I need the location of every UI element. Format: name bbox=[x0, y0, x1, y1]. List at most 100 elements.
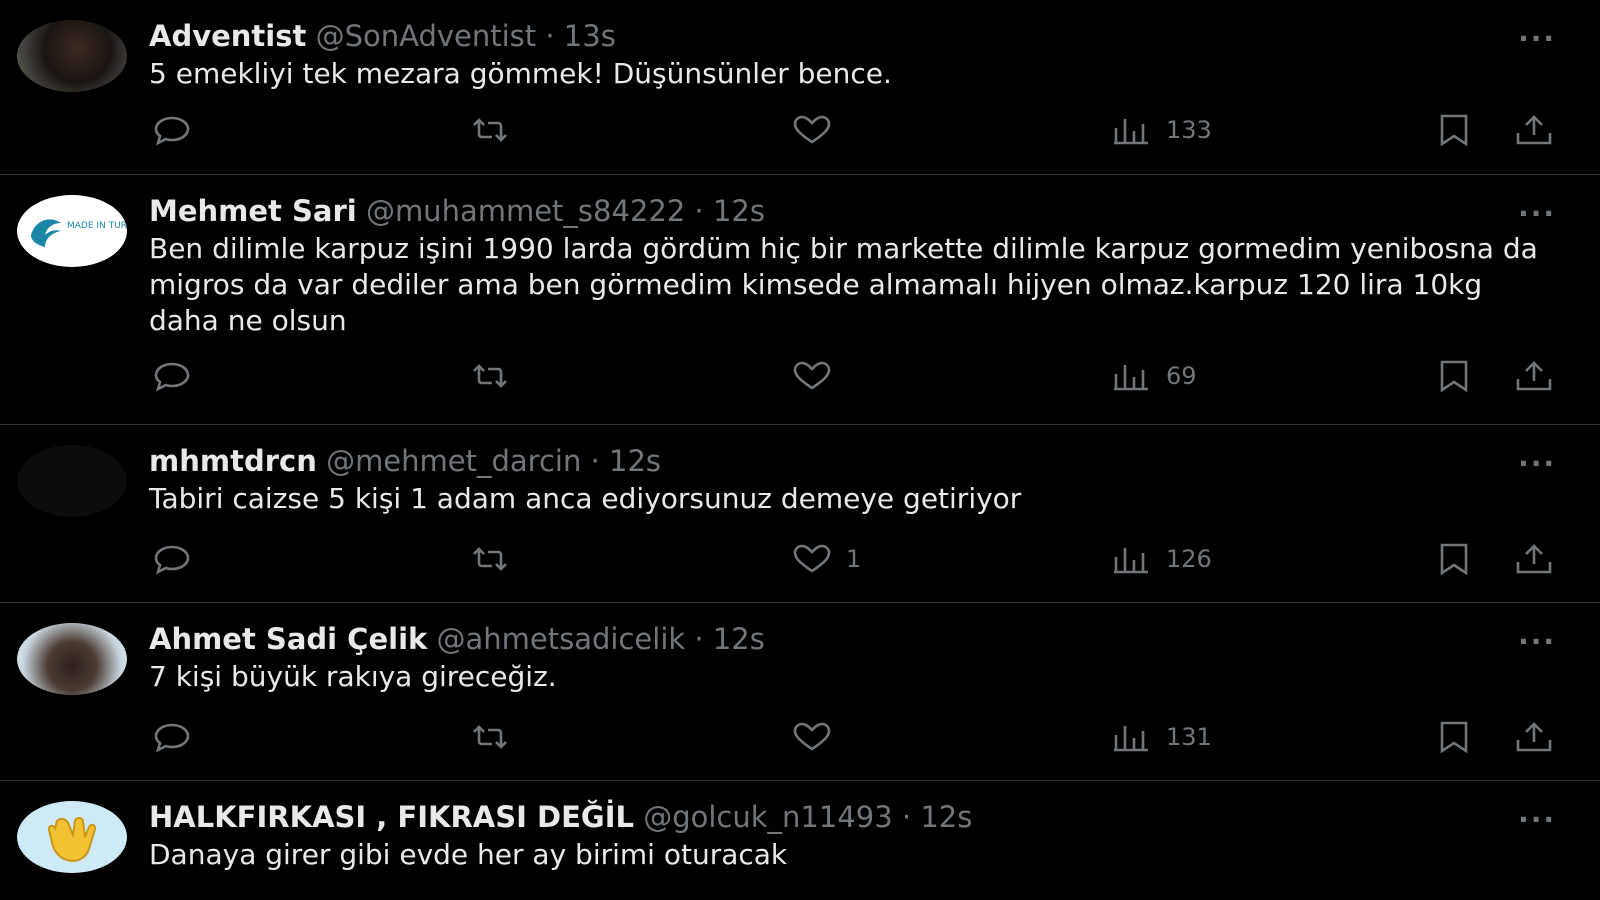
display-name[interactable]: Ahmet Sadi Çelik bbox=[149, 622, 427, 656]
share-button[interactable] bbox=[1512, 356, 1556, 396]
tweet-actions: 133 bbox=[0, 110, 1600, 150]
avatar[interactable]: MADE IN TURAN bbox=[17, 195, 127, 267]
user-handle[interactable]: @ahmetsadicelik bbox=[437, 622, 686, 656]
tweet-header: mhmtdrcn @mehmet_darcin · 12s bbox=[149, 443, 661, 479]
display-name[interactable]: HALKFIRKASI , FIKRASI DEĞİL bbox=[149, 800, 634, 834]
more-options-button[interactable]: ··· bbox=[1518, 22, 1556, 55]
bookmark-button[interactable] bbox=[1432, 110, 1476, 150]
views-button[interactable]: 69 bbox=[1110, 356, 1197, 396]
more-options-button[interactable]: ··· bbox=[1518, 625, 1556, 658]
turan-logo-icon: MADE IN TURAN bbox=[31, 219, 127, 247]
views-icon bbox=[1114, 726, 1148, 752]
share-icon bbox=[1516, 544, 1552, 574]
reply-icon bbox=[154, 116, 190, 146]
tweet-actions: 69 bbox=[0, 356, 1600, 396]
separator-dot: · bbox=[694, 194, 704, 228]
timeline-feed: Adventist @SonAdventist · 13s ··· 5 emek… bbox=[0, 0, 1600, 900]
views-button[interactable]: 131 bbox=[1110, 717, 1212, 757]
retweet-button[interactable] bbox=[468, 110, 512, 150]
like-button[interactable] bbox=[790, 110, 846, 150]
display-name[interactable]: Adventist bbox=[149, 19, 306, 53]
reply-button[interactable] bbox=[150, 110, 194, 150]
reply-button[interactable] bbox=[150, 539, 194, 579]
like-button[interactable] bbox=[790, 356, 846, 396]
avatar[interactable] bbox=[17, 20, 127, 92]
share-icon bbox=[1516, 115, 1552, 145]
user-handle[interactable]: @SonAdventist bbox=[316, 19, 537, 53]
views-icon bbox=[1114, 119, 1148, 145]
bookmark-button[interactable] bbox=[1432, 539, 1476, 579]
tweet-text: Tabiri caizse 5 kişi 1 adam anca ediyors… bbox=[149, 482, 1022, 515]
separator-dot: · bbox=[901, 800, 912, 834]
user-handle[interactable]: @mehmet_darcin bbox=[326, 444, 581, 478]
tweet[interactable]: HALKFIRKASI , FIKRASI DEĞİL @golcuk_n114… bbox=[0, 781, 1600, 900]
like-button[interactable]: 1 bbox=[790, 539, 861, 579]
tweet-header: Ahmet Sadi Çelik @ahmetsadicelik · 12s bbox=[149, 621, 765, 657]
tweet-text: Ben dilimle karpuz işini 1990 larda görd… bbox=[149, 232, 1538, 337]
tweet[interactable]: mhmtdrcn @mehmet_darcin · 12s ··· Tabiri… bbox=[0, 425, 1600, 603]
separator-dot: · bbox=[694, 622, 704, 656]
views-icon bbox=[1114, 548, 1148, 574]
user-handle[interactable]: @golcuk_n11493 bbox=[643, 800, 892, 834]
retweet-button[interactable] bbox=[468, 356, 512, 396]
view-count: 133 bbox=[1166, 116, 1212, 144]
tweet-text: 5 emekliyi tek mezara gömmek! Düşünsünle… bbox=[149, 57, 892, 90]
avatar[interactable] bbox=[17, 801, 127, 873]
views-button[interactable]: 126 bbox=[1110, 539, 1212, 579]
timestamp[interactable]: 12s bbox=[609, 444, 661, 478]
reply-button[interactable] bbox=[150, 717, 194, 757]
views-icon bbox=[1114, 365, 1148, 391]
share-button[interactable] bbox=[1512, 717, 1556, 757]
view-count: 131 bbox=[1166, 723, 1212, 751]
retweet-icon bbox=[473, 725, 507, 749]
avatar[interactable] bbox=[17, 445, 127, 517]
share-icon bbox=[1516, 361, 1552, 391]
bookmark-button[interactable] bbox=[1432, 717, 1476, 757]
share-icon bbox=[1516, 722, 1552, 752]
reply-icon bbox=[154, 545, 190, 575]
reply-button[interactable] bbox=[150, 356, 194, 396]
user-handle[interactable]: @muhammet_s84222 bbox=[366, 194, 685, 228]
display-name[interactable]: mhmtdrcn bbox=[149, 444, 317, 478]
tweet[interactable]: Ahmet Sadi Çelik @ahmetsadicelik · 12s ·… bbox=[0, 603, 1600, 781]
bookmark-icon bbox=[1440, 543, 1468, 576]
more-options-button[interactable]: ··· bbox=[1518, 803, 1556, 836]
share-button[interactable] bbox=[1512, 539, 1556, 579]
like-icon bbox=[793, 115, 831, 144]
retweet-button[interactable] bbox=[468, 717, 512, 757]
avatar[interactable] bbox=[17, 623, 127, 695]
timestamp[interactable]: 12s bbox=[713, 194, 765, 228]
view-count: 126 bbox=[1166, 545, 1212, 573]
bookmark-icon bbox=[1440, 114, 1468, 147]
tweet[interactable]: MADE IN TURAN Mehmet Sari @muhammet_s842… bbox=[0, 175, 1600, 425]
tweet[interactable]: Adventist @SonAdventist · 13s ··· 5 emek… bbox=[0, 0, 1600, 175]
like-icon bbox=[793, 722, 831, 751]
tweet-actions: 131 bbox=[0, 717, 1600, 757]
timestamp[interactable]: 12s bbox=[920, 800, 972, 834]
retweet-icon bbox=[473, 547, 507, 571]
waving-hand-icon bbox=[47, 817, 97, 862]
separator-dot: · bbox=[590, 444, 600, 478]
more-options-button[interactable]: ··· bbox=[1518, 447, 1556, 480]
like-button[interactable] bbox=[790, 717, 846, 757]
timestamp[interactable]: 13s bbox=[564, 19, 616, 53]
tweet-header: Mehmet Sari @muhammet_s84222 · 12s bbox=[149, 193, 765, 229]
view-count: 69 bbox=[1166, 362, 1197, 390]
timestamp[interactable]: 12s bbox=[713, 622, 765, 656]
tweet-header: Adventist @SonAdventist · 13s bbox=[149, 18, 616, 54]
bookmark-icon bbox=[1440, 360, 1468, 393]
bookmark-button[interactable] bbox=[1432, 356, 1476, 396]
like-count: 1 bbox=[846, 545, 862, 573]
tweet-actions: 1 126 bbox=[0, 539, 1600, 579]
reply-icon bbox=[154, 362, 190, 392]
more-options-button[interactable]: ··· bbox=[1518, 197, 1556, 230]
separator-dot: · bbox=[545, 19, 555, 53]
display-name[interactable]: Mehmet Sari bbox=[149, 194, 357, 228]
retweet-icon bbox=[473, 118, 507, 142]
share-button[interactable] bbox=[1512, 110, 1556, 150]
tweet-text: Danaya girer gibi evde her ay birimi otu… bbox=[149, 838, 788, 871]
like-icon bbox=[793, 544, 831, 573]
views-button[interactable]: 133 bbox=[1110, 110, 1212, 150]
retweet-button[interactable] bbox=[468, 539, 512, 579]
tweet-header: HALKFIRKASI , FIKRASI DEĞİL @golcuk_n114… bbox=[149, 799, 972, 835]
